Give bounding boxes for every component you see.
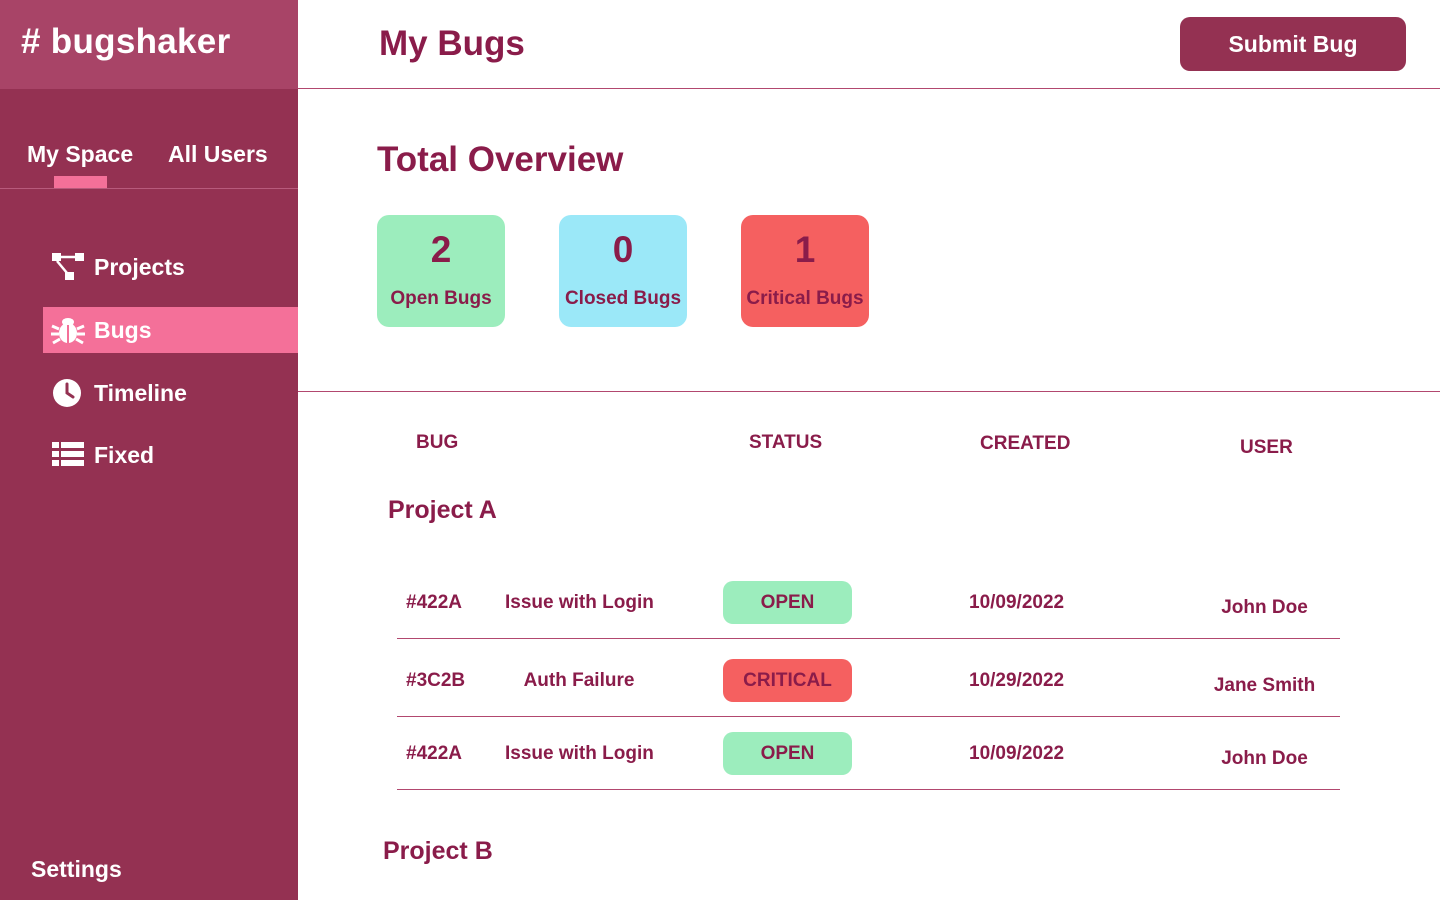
settings-link[interactable]: Settings [31,856,122,883]
project-heading: Project A [388,496,497,524]
created-date: 10/09/2022 [969,743,1065,764]
submit-bug-button[interactable]: Submit Bug [1180,17,1406,71]
critical-bugs-card[interactable]: 1 Critical Bugs [741,215,869,327]
sidebar-item-label: Projects [94,253,185,280]
critical-bugs-label: Critical Bugs [746,288,864,309]
status-badge: CRITICAL [723,659,852,702]
space-tabs: My Space All Users [0,89,298,189]
open-bugs-label: Open Bugs [390,288,492,309]
page-header: My Bugs Submit Bug [298,0,1440,89]
status-badge: OPEN [723,732,852,775]
sidebar-item-fixed[interactable]: Fixed [43,432,298,478]
page-title: My Bugs [379,24,525,63]
closed-bugs-label: Closed Bugs [564,288,682,309]
closed-bugs-card[interactable]: 0 Closed Bugs [559,215,687,327]
user-name: John Doe [1221,748,1308,769]
user-name: John Doe [1221,597,1308,618]
bug-title: Auth Failure [523,670,635,691]
project-heading: Project B [383,837,493,865]
open-bugs-card[interactable]: 2 Open Bugs [377,215,505,327]
sidebar-item-label: Bugs [94,316,152,343]
brand-bar: # bugshaker [0,0,298,89]
column-header-created[interactable]: CREATED [980,433,1070,455]
user-name: Jane Smith [1213,675,1316,696]
sidebar-item-label: Timeline [94,379,187,406]
column-header-status[interactable]: STATUS [749,432,822,454]
table-row[interactable]: #422A Issue with Login OPEN 10/09/2022 J… [397,561,1340,639]
sidebar-item-label: Fixed [94,441,155,468]
critical-bugs-count: 1 [794,229,816,270]
clock-icon [53,379,81,407]
section-divider [298,391,1440,392]
bug-id: #422A [406,743,462,764]
open-bugs-count: 2 [430,229,452,270]
sidebar-item-projects[interactable]: Projects [43,244,298,290]
sidebar-item-bugs[interactable]: Bugs [43,307,298,353]
bug-title: Issue with Login [505,743,654,764]
column-header-bug[interactable]: BUG [416,432,458,454]
closed-bugs-count: 0 [612,229,634,270]
tab-my-space[interactable]: My Space [27,141,133,168]
bug-id: #3C2B [406,670,466,691]
bug-icon [51,318,85,345]
created-date: 10/29/2022 [969,670,1065,691]
app-logo[interactable]: # bugshaker [21,22,231,62]
active-tab-indicator [54,176,107,188]
overview-title: Total Overview [377,140,624,179]
bug-id: #422A [406,592,462,613]
tab-all-users[interactable]: All Users [168,141,268,168]
hierarchy-icon [52,253,84,280]
created-date: 10/09/2022 [969,592,1065,613]
table-row[interactable]: #422A Issue with Login OPEN 10/09/2022 J… [397,712,1340,790]
table-row[interactable]: #3C2B Auth Failure CRITICAL 10/29/2022 J… [397,639,1340,717]
sidebar-item-timeline[interactable]: Timeline [43,370,298,416]
column-header-user[interactable]: USER [1240,437,1293,459]
status-badge: OPEN [723,581,852,624]
list-icon [52,442,84,466]
bug-title: Issue with Login [505,592,654,613]
sidebar: # bugshaker My Space All Users Projects [0,0,298,900]
